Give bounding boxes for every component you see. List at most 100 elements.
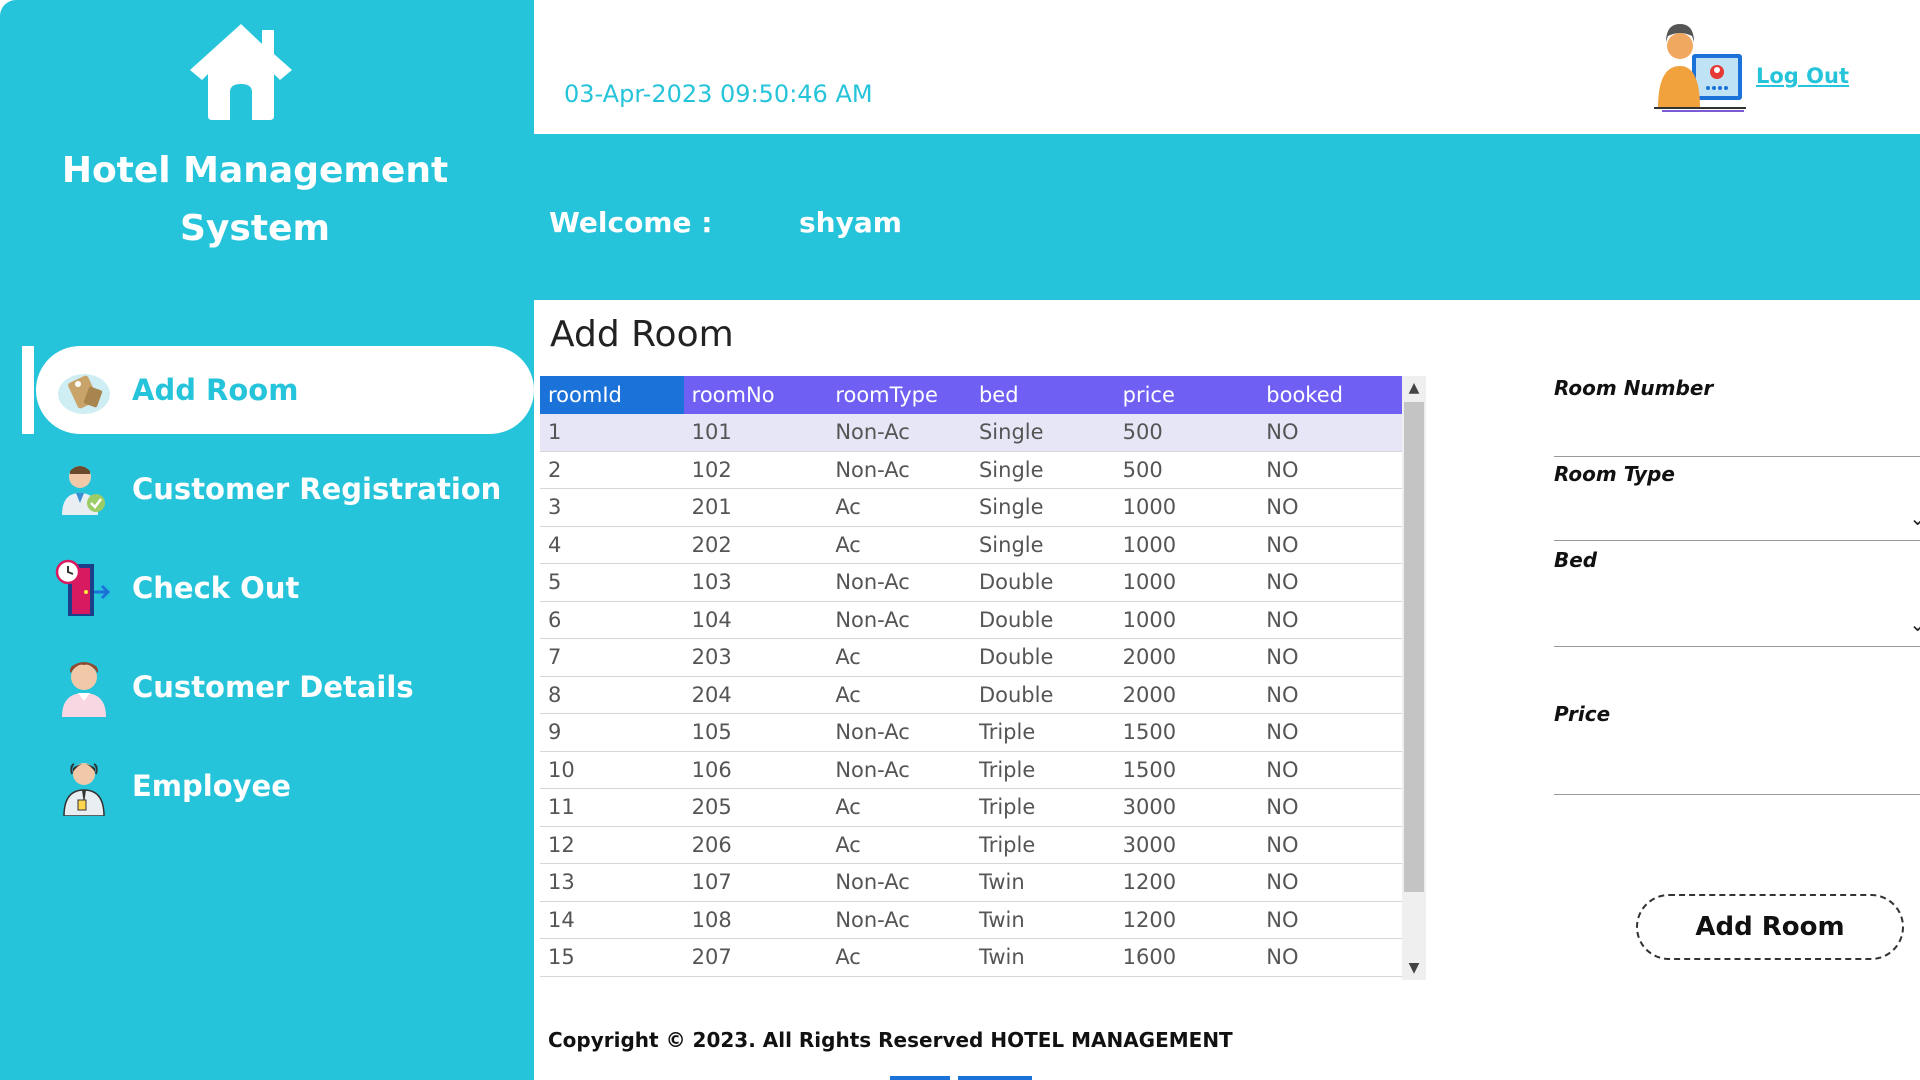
table-cell-bed: Triple (970, 826, 1115, 864)
room-type-select[interactable]: ⌄ (1554, 496, 1920, 541)
table-cell-price: 500 (1114, 414, 1259, 452)
table-cell-roomid: 3 (540, 488, 684, 527)
table-row[interactable]: 15 207 Ac Twin 1600 NO (540, 938, 1402, 977)
table-cell-price: 1000 (1114, 563, 1259, 602)
table-row[interactable]: 9 105 Non-Ac Triple 1500 NO (540, 713, 1402, 752)
table-row[interactable]: 1 101 Non-Ac Single 500 NO (540, 414, 1402, 452)
table-cell-booked: NO (1258, 788, 1402, 827)
table-cell-price: 500 (1114, 451, 1259, 489)
table-cell-price: 3000 (1114, 826, 1259, 864)
table-cell-roomno: 101 (683, 414, 828, 452)
table-cell-roomno: 205 (683, 788, 828, 827)
table-cell-roomid: 2 (540, 451, 684, 489)
room-key-icon (58, 374, 110, 414)
table-cell-booked: NO (1258, 751, 1402, 789)
sidebar-item-employee[interactable]: Employee (0, 742, 534, 830)
table-row[interactable]: 13 107 Non-Ac Twin 1200 NO (540, 863, 1402, 902)
table-cell-roomtype: Non-Ac (827, 751, 971, 789)
bed-select[interactable]: ⌄ (1554, 602, 1920, 647)
table-cell-roomid: 12 (540, 826, 684, 864)
table-cell-price: 1200 (1114, 901, 1259, 939)
table-cell-roomno: 104 (683, 601, 828, 639)
table-cell-roomtype: Non-Ac (827, 563, 971, 602)
table-row[interactable]: 4 202 Ac Single 1000 NO (540, 526, 1402, 564)
table-row[interactable]: 6 104 Non-Ac Double 1000 NO (540, 601, 1402, 639)
room-number-input[interactable] (1554, 410, 1920, 457)
table-cell-booked: NO (1258, 901, 1402, 939)
sidebar-item-label: Add Room (132, 373, 299, 407)
table-cell-roomtype: Ac (827, 676, 971, 714)
table-header-row: roomId roomNo roomType bed price booked (540, 376, 1402, 414)
table-cell-bed: Double (970, 563, 1115, 602)
room-number-label: Room Number (1554, 376, 1714, 400)
table-cell-booked: NO (1258, 414, 1402, 452)
table-row[interactable]: 2 102 Non-Ac Single 500 NO (540, 451, 1402, 489)
sidebar-item-customer-details[interactable]: Customer Details (0, 643, 534, 731)
top-bar: 03-Apr-2023 09:50:46 AM Log Out (534, 0, 1920, 134)
add-room-button[interactable]: Add Room (1636, 894, 1904, 960)
sidebar-item-add-room[interactable]: Add Room (0, 346, 534, 434)
table-row[interactable]: 7 203 Ac Double 2000 NO (540, 638, 1402, 677)
sidebar-item-label: Employee (132, 769, 291, 803)
chevron-down-icon: ⌄ (1909, 506, 1920, 530)
table-cell-booked: NO (1258, 676, 1402, 714)
table-cell-roomtype: Non-Ac (827, 414, 971, 452)
table-cell-bed: Triple (970, 713, 1115, 752)
scroll-up-arrow-icon[interactable]: ▲ (1402, 376, 1426, 400)
table-cell-booked: NO (1258, 638, 1402, 677)
app-title-line2: System (180, 208, 330, 249)
table-cell-bed: Double (970, 601, 1115, 639)
table-cell-bed: Twin (970, 938, 1115, 977)
table-cell-roomid: 8 (540, 676, 684, 714)
table-cell-price: 1200 (1114, 863, 1259, 902)
table-cell-booked: NO (1258, 938, 1402, 977)
sidebar-item-customer-registration[interactable]: Customer Registration (0, 445, 534, 533)
column-header-bed[interactable]: bed (970, 376, 1115, 414)
sidebar-item-label: Customer Registration (132, 472, 502, 506)
table-cell-bed: Twin (970, 863, 1115, 902)
taskbar-indicator (958, 1076, 1032, 1080)
table-cell-roomid: 7 (540, 638, 684, 677)
table-cell-price: 3000 (1114, 788, 1259, 827)
table-cell-price: 1600 (1114, 938, 1259, 977)
scroll-thumb[interactable] (1404, 402, 1424, 892)
welcome-label: Welcome : (549, 206, 713, 239)
current-datetime: 03-Apr-2023 09:50:46 AM (564, 80, 873, 108)
table-cell-roomid: 15 (540, 938, 684, 977)
table-cell-price: 1000 (1114, 526, 1259, 564)
table-row[interactable]: 11 205 Ac Triple 3000 NO (540, 788, 1402, 827)
table-row[interactable]: 12 206 Ac Triple 3000 NO (540, 826, 1402, 864)
logout-link[interactable]: Log Out (1756, 64, 1849, 88)
add-room-form: Room Number Room Type ⌄ Bed ⌄ Price (1520, 300, 1920, 1080)
column-header-price[interactable]: price (1114, 376, 1259, 414)
table-cell-price: 1000 (1114, 488, 1259, 527)
username: shyam (799, 206, 902, 239)
table-cell-roomno: 102 (683, 451, 828, 489)
table-cell-price: 1500 (1114, 751, 1259, 789)
table-row[interactable]: 3 201 Ac Single 1000 NO (540, 488, 1402, 527)
column-header-roomtype[interactable]: roomType (827, 376, 971, 414)
price-input[interactable] (1554, 748, 1920, 795)
table-cell-booked: NO (1258, 601, 1402, 639)
column-header-booked[interactable]: booked (1258, 376, 1402, 414)
table-row[interactable]: 8 204 Ac Double 2000 NO (540, 676, 1402, 714)
table-cell-roomno: 201 (683, 488, 828, 527)
table-row[interactable]: 14 108 Non-Ac Twin 1200 NO (540, 901, 1402, 939)
table-cell-booked: NO (1258, 526, 1402, 564)
active-indicator (22, 346, 34, 434)
table-cell-bed: Single (970, 451, 1115, 489)
column-header-roomno[interactable]: roomNo (683, 376, 828, 414)
bed-label: Bed (1554, 548, 1598, 572)
table-cell-roomid: 5 (540, 563, 684, 602)
table-scrollbar[interactable]: ▲ ▼ (1402, 376, 1426, 980)
table-cell-booked: NO (1258, 488, 1402, 527)
table-cell-roomtype: Ac (827, 526, 971, 564)
taskbar-indicator (890, 1076, 950, 1080)
column-header-roomid[interactable]: roomId (540, 376, 684, 414)
table-row[interactable]: 5 103 Non-Ac Double 1000 NO (540, 563, 1402, 602)
table-row[interactable]: 10 106 Non-Ac Triple 1500 NO (540, 751, 1402, 789)
table-cell-roomid: 14 (540, 901, 684, 939)
sidebar-item-check-out[interactable]: Check Out (0, 544, 534, 632)
scroll-down-arrow-icon[interactable]: ▼ (1402, 956, 1426, 980)
table-cell-bed: Single (970, 488, 1115, 527)
